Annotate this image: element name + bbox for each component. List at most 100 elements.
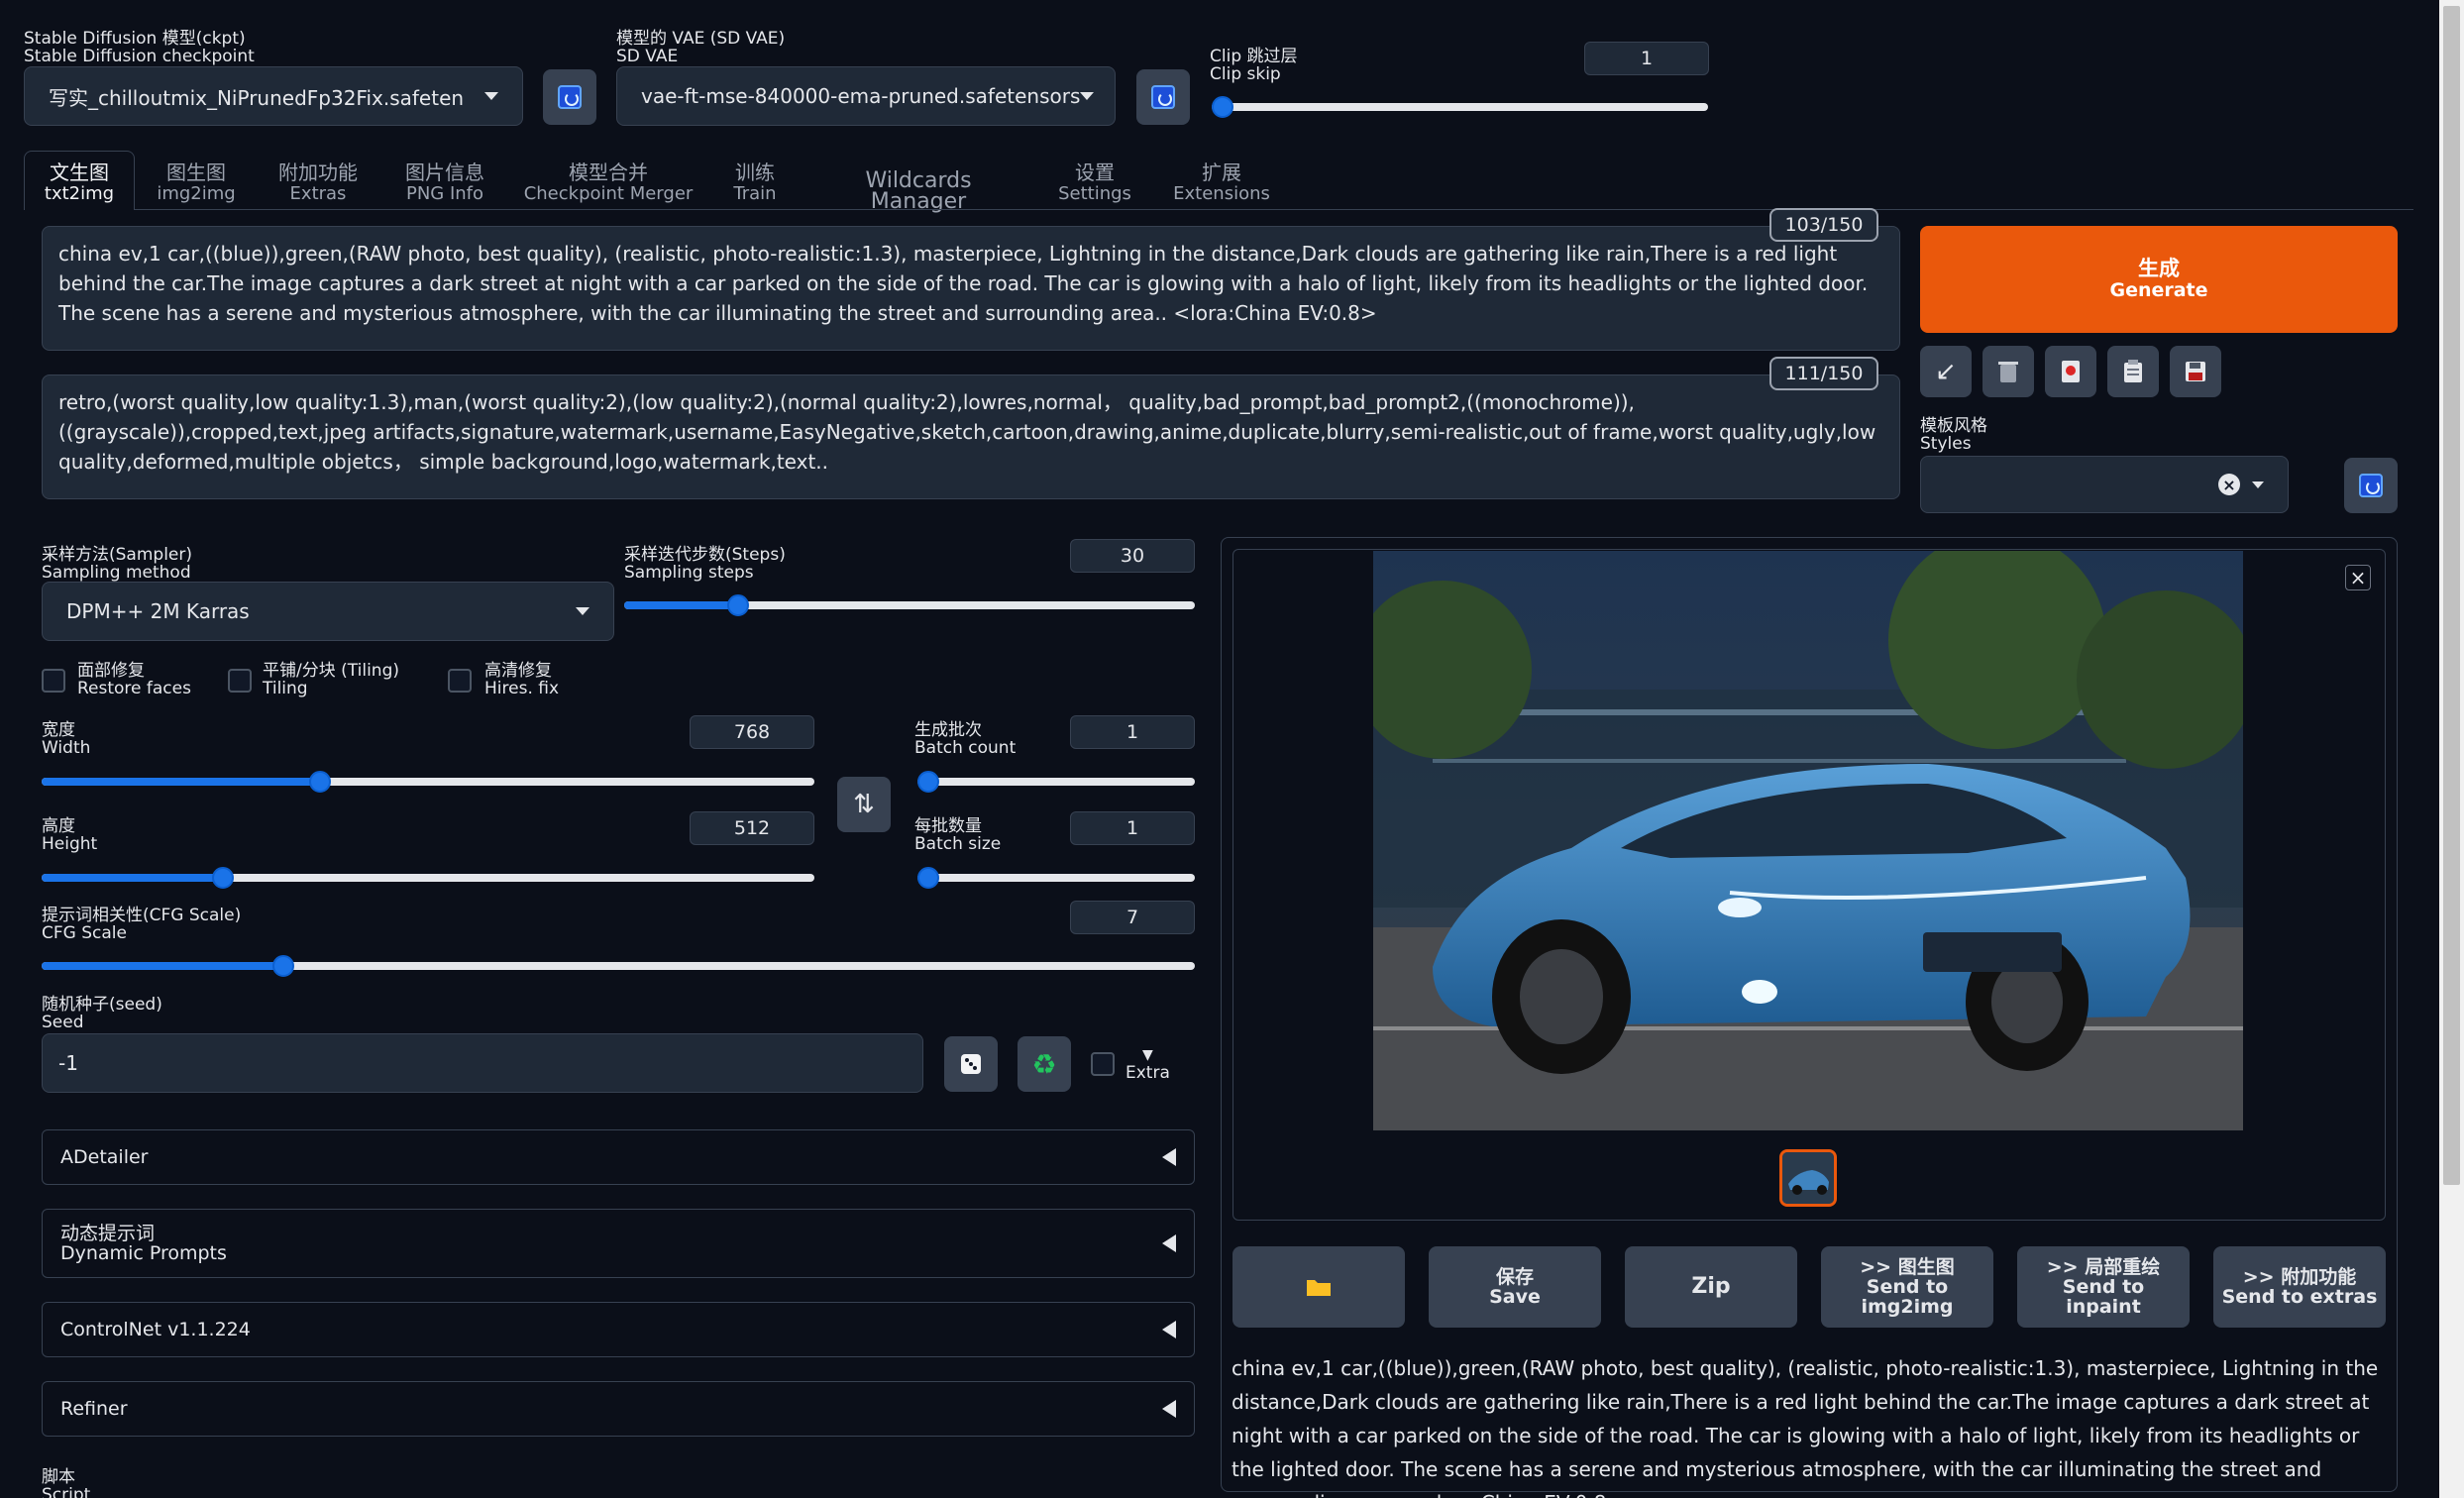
steps-label: 采样迭代步数(Steps) Sampling steps	[624, 545, 786, 583]
hires-fix-checkbox[interactable]	[448, 669, 472, 693]
accordion-dynamic-prompts[interactable]: 动态提示词 Dynamic Prompts	[42, 1209, 1195, 1278]
apply-style-button[interactable]	[2107, 346, 2159, 397]
batch-count-input[interactable]: 1	[1070, 715, 1195, 749]
arrow-down-left-icon: ↙	[1935, 357, 1957, 386]
steps-slider[interactable]	[624, 594, 1195, 616]
generated-image[interactable]	[1373, 551, 2243, 1130]
height-slider[interactable]	[42, 867, 814, 889]
send-to-inpaint-button[interactable]: >> 局部重绘 Send to inpaint	[2017, 1246, 2190, 1328]
extra-seed-checkbox[interactable]	[1091, 1052, 1115, 1076]
vae-value: vae-ft-mse-840000-ema-pruned.safetensors	[641, 84, 1081, 108]
send-to-img2img-button[interactable]: >> 图生图 Send to img2img	[1821, 1246, 1993, 1328]
refresh-vae-button[interactable]	[1136, 69, 1190, 125]
ckpt-label: Stable Diffusion 模型(ckpt) Stable Diffusio…	[24, 29, 255, 66]
cfg-input[interactable]: 7	[1070, 901, 1195, 934]
gallery-thumbnail[interactable]	[1779, 1149, 1837, 1207]
chevron-down-icon	[576, 607, 589, 615]
slider-thumb[interactable]	[917, 771, 939, 793]
tab-extras[interactable]: 附加功能 Extras	[264, 151, 373, 208]
sampler-value: DPM++ 2M Karras	[66, 599, 250, 623]
recycle-icon: ♻	[1031, 1047, 1057, 1081]
width-slider[interactable]	[42, 771, 814, 793]
accordion-adetailer[interactable]: ADetailer	[42, 1129, 1195, 1185]
tiling-checkbox[interactable]	[228, 669, 252, 693]
random-seed-button[interactable]	[944, 1036, 998, 1092]
close-icon: ×	[2349, 566, 2367, 589]
floppy-disk-icon	[2186, 362, 2205, 381]
styles-select[interactable]: ×	[1920, 456, 2289, 513]
script-label: 脚本 Script	[42, 1467, 91, 1498]
hires-fix-label: 高清修复 Hires. fix	[484, 661, 560, 698]
accordion-controlnet[interactable]: ControlNet v1.1.224	[42, 1302, 1195, 1357]
reuse-seed-button[interactable]: ♻	[1018, 1036, 1071, 1092]
batch-size-slider[interactable]	[917, 867, 1195, 889]
ckpt-select[interactable]: 写实_chilloutmix_NiPrunedFp32Fix.safetenso…	[24, 66, 523, 126]
tab-settings[interactable]: 设置 Settings	[1050, 151, 1139, 208]
tab-wildcards-manager[interactable]: Wildcards Manager	[814, 151, 1022, 213]
vae-select[interactable]: vae-ft-mse-840000-ema-pruned.safetensors	[616, 66, 1116, 126]
cfg-value: 7	[1125, 907, 1139, 928]
slider-thumb[interactable]	[1212, 96, 1233, 118]
collapse-triangle-icon	[1162, 1321, 1176, 1338]
save-style-button[interactable]	[2170, 346, 2221, 397]
slider-track	[917, 771, 1195, 793]
slider-thumb[interactable]	[308, 771, 331, 793]
clip-skip-label: Clip 跳过层 Clip skip	[1210, 47, 1298, 84]
negative-prompt-input[interactable]: retro,(worst quality,low quality:1.3),ma…	[42, 374, 1900, 499]
batch-count-slider[interactable]	[917, 771, 1195, 793]
sampler-select[interactable]: DPM++ 2M Karras	[42, 582, 614, 641]
tiling-label: 平铺/分块 (Tiling) Tiling	[263, 661, 399, 698]
slider-thumb[interactable]	[212, 867, 235, 889]
width-input[interactable]: 768	[690, 715, 814, 749]
page-scrollbar[interactable]	[2439, 0, 2464, 1498]
cfg-label: 提示词相关性(CFG Scale) CFG Scale	[42, 906, 242, 943]
slider-fill	[42, 962, 284, 970]
dice-icon	[961, 1054, 981, 1074]
tab-img2img[interactable]: 图生图 img2img	[147, 151, 246, 208]
clip-skip-input[interactable]: 1	[1584, 42, 1709, 75]
tab-extensions[interactable]: 扩展 Extensions	[1165, 151, 1278, 208]
cfg-slider[interactable]	[42, 955, 1195, 977]
clear-prompt-button[interactable]	[1982, 346, 2034, 397]
zip-button[interactable]: Zip	[1625, 1246, 1797, 1328]
read-params-button[interactable]: ↙	[1920, 346, 1972, 397]
positive-prompt-input[interactable]: china ev,1 car,((blue)),green,(RAW photo…	[42, 226, 1900, 351]
slider-track	[624, 594, 1195, 616]
swap-dimensions-button[interactable]: ⇅	[837, 777, 891, 832]
accordion-refiner[interactable]: Refiner	[42, 1381, 1195, 1437]
seed-input[interactable]: -1	[42, 1033, 923, 1093]
open-folder-button[interactable]	[1232, 1246, 1405, 1328]
clear-icon[interactable]: ×	[2218, 474, 2240, 495]
slider-track	[42, 867, 814, 889]
card-icon	[2062, 361, 2080, 382]
close-preview-button[interactable]: ×	[2345, 565, 2371, 590]
slider-thumb[interactable]	[917, 867, 939, 889]
refresh-ckpt-button[interactable]	[543, 69, 596, 125]
clipboard-icon	[2124, 360, 2142, 382]
slider-fill	[42, 874, 224, 882]
tab-train[interactable]: 训练 Train	[715, 151, 795, 208]
slider-track	[1212, 96, 1708, 118]
tab-checkpoint-merger[interactable]: 模型合并 Checkpoint Merger	[521, 151, 696, 208]
send-to-extras-button[interactable]: >> 附加功能 Send to extras	[2213, 1246, 2386, 1328]
positive-token-counter: 103/150	[1769, 208, 1878, 242]
restore-faces-checkbox[interactable]	[42, 669, 65, 693]
slider-thumb[interactable]	[272, 955, 295, 977]
slider-track	[42, 955, 1195, 977]
height-input[interactable]: 512	[690, 811, 814, 845]
save-button[interactable]: 保存 Save	[1429, 1246, 1601, 1328]
car-image	[1373, 551, 2243, 1130]
batch-size-input[interactable]: 1	[1070, 811, 1195, 845]
generate-button[interactable]: 生成 Generate	[1920, 226, 2398, 333]
tab-divider	[135, 209, 2413, 210]
refresh-styles-button[interactable]	[2344, 458, 2398, 513]
scrollbar-thumb[interactable]	[2443, 6, 2460, 1185]
tab-txt2img[interactable]: 文生图 txt2img	[24, 151, 135, 208]
chevron-down-icon	[1080, 92, 1095, 100]
ckpt-value: 写实_chilloutmix_NiPrunedFp32Fix.safetenso…	[49, 85, 465, 110]
steps-input[interactable]: 30	[1070, 539, 1195, 573]
slider-thumb[interactable]	[727, 594, 750, 616]
extra-networks-button[interactable]	[2045, 346, 2096, 397]
tab-png-info[interactable]: 图片信息 PNG Info	[392, 151, 497, 208]
clip-skip-slider[interactable]	[1212, 96, 1708, 118]
